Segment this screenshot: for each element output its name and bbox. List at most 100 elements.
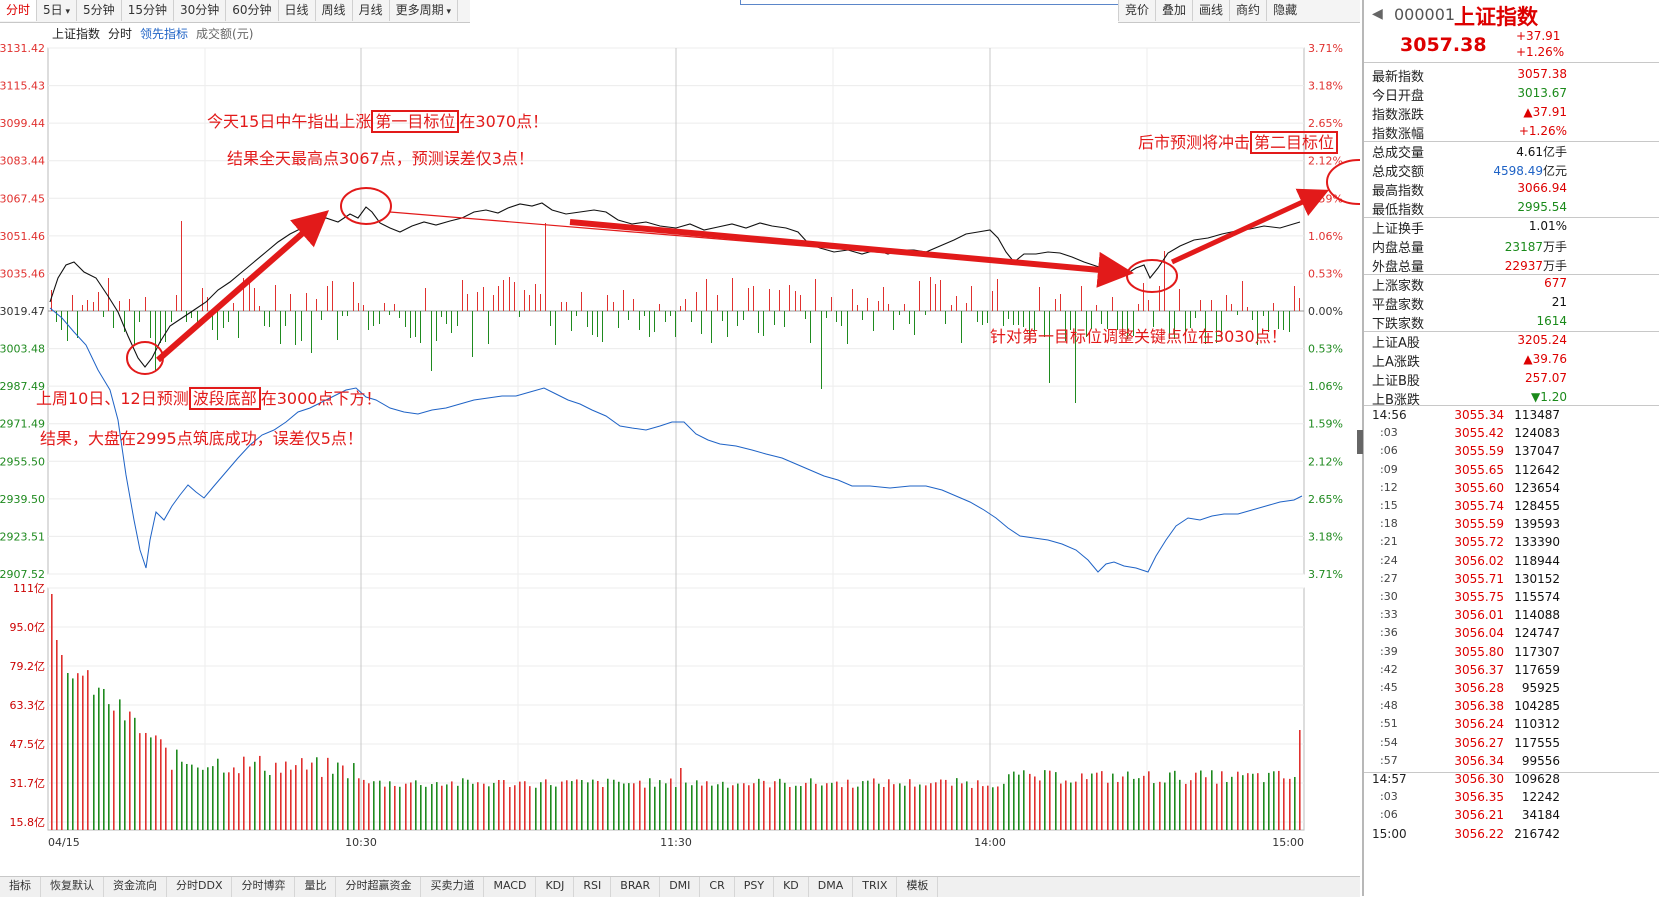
- tick-row[interactable]: :42 3056.37 117659: [1364, 663, 1659, 681]
- chart-tool-button[interactable]: 竞价: [1118, 0, 1155, 21]
- indicator-tab[interactable]: CR: [700, 877, 735, 897]
- updown-bar: [685, 299, 686, 311]
- tick-row[interactable]: 14:56 3055.34 113487: [1364, 408, 1659, 426]
- tick-row[interactable]: :09 3055.65 112642: [1364, 463, 1659, 481]
- pct-axis-label: 1.59%: [1308, 418, 1343, 431]
- prev-arrow-icon[interactable]: ◀: [1372, 6, 1383, 22]
- tick-row[interactable]: :36 3056.04 124747: [1364, 626, 1659, 644]
- period-tab[interactable]: 月线: [353, 0, 390, 21]
- tick-row[interactable]: :57 3056.34 99556: [1364, 754, 1659, 772]
- tick-row[interactable]: 14:57 3056.30 109628: [1364, 772, 1659, 790]
- stat-unit: 万手: [1542, 240, 1567, 254]
- stat-label: 指数涨跌: [1372, 108, 1425, 123]
- volume-bar: [181, 761, 183, 830]
- tick-row[interactable]: :06 3056.21 34184: [1364, 808, 1659, 826]
- volume-bar: [51, 594, 53, 830]
- period-tab[interactable]: 周线: [316, 0, 353, 21]
- tick-row[interactable]: :30 3055.75 115574: [1364, 590, 1659, 608]
- tick-row[interactable]: :27 3055.71 130152: [1364, 572, 1659, 590]
- tick-row[interactable]: :03 3056.35 12242: [1364, 790, 1659, 808]
- volume-bar: [561, 781, 563, 830]
- chart-tool-button[interactable]: 商约: [1229, 0, 1266, 21]
- search-box[interactable]: [740, 0, 1120, 5]
- volume-bar: [503, 780, 505, 830]
- updown-bar: [587, 311, 588, 327]
- period-tab[interactable]: 60分钟: [226, 0, 279, 21]
- tick-time: :12: [1380, 480, 1398, 494]
- indicator-tab[interactable]: DMI: [660, 877, 701, 897]
- stat-label: 下跌家数: [1372, 317, 1425, 332]
- period-tab[interactable]: 30分钟: [174, 0, 227, 21]
- indicator-tab[interactable]: PSY: [735, 877, 775, 897]
- indicator-tab[interactable]: 资金流向: [104, 877, 167, 897]
- indicator-tab[interactable]: 分时博弈: [232, 877, 296, 897]
- tick-row[interactable]: :33 3056.01 114088: [1364, 608, 1659, 626]
- volume-bar: [332, 773, 334, 830]
- chart-tool-button[interactable]: 隐藏: [1266, 0, 1303, 21]
- indicator-tab[interactable]: 买卖力道: [421, 877, 485, 897]
- stat-value: 257.07: [1437, 371, 1567, 385]
- annotation-bottom-result: 结果，大盘在2995点筑底成功，误差仅5点！: [40, 429, 363, 448]
- period-tab[interactable]: 5分钟: [77, 0, 122, 21]
- chart-tool-button[interactable]: 画线: [1192, 0, 1229, 21]
- period-tab[interactable]: 日线: [279, 0, 316, 21]
- indicator-tab[interactable]: 模板: [897, 877, 939, 897]
- volume-bar: [1268, 772, 1270, 830]
- tick-row[interactable]: :15 3055.74 128455: [1364, 499, 1659, 517]
- period-tab[interactable]: 15分钟: [122, 0, 174, 21]
- legend-lead-indicator[interactable]: 领先指标: [140, 25, 188, 41]
- tick-row[interactable]: 15:00 3056.22 216742: [1364, 827, 1659, 845]
- tick-row[interactable]: :48 3056.38 104285: [1364, 699, 1659, 717]
- updown-bar: [1039, 287, 1040, 311]
- tick-row[interactable]: :51 3056.24 110312: [1364, 717, 1659, 735]
- tick-row[interactable]: :39 3055.80 117307: [1364, 645, 1659, 663]
- tick-row[interactable]: :12 3055.60 123654: [1364, 481, 1659, 499]
- updown-bar: [555, 311, 556, 345]
- annotation-text: 上周10日、12日预测: [36, 389, 189, 408]
- tick-row[interactable]: :54 3056.27 117555: [1364, 736, 1659, 754]
- tick-volume: 110312: [1514, 717, 1560, 732]
- volume-bar: [587, 782, 589, 830]
- updown-bar: [1263, 311, 1264, 316]
- indicator-tab[interactable]: KDJ: [536, 877, 575, 897]
- indicator-tab[interactable]: 量比: [295, 877, 337, 897]
- volume-axis-label: 31.7亿: [10, 777, 46, 790]
- volume-axis-label: 63.3亿: [10, 699, 46, 712]
- tick-row[interactable]: :24 3056.02 118944: [1364, 554, 1659, 572]
- indicator-tab[interactable]: KD: [774, 877, 809, 897]
- legend-mode[interactable]: 分时: [108, 25, 132, 41]
- updown-bar: [982, 311, 983, 325]
- updown-bar: [181, 221, 182, 311]
- pct-axis-label: 1.06%: [1308, 380, 1343, 393]
- period-tab[interactable]: 更多周期 ▾: [390, 0, 458, 21]
- updown-bar: [145, 297, 146, 311]
- indicator-tab[interactable]: BRAR: [611, 877, 661, 897]
- indicator-tab[interactable]: 分时DDX: [167, 877, 233, 897]
- updown-bar: [290, 294, 291, 311]
- updown-bar: [535, 284, 536, 311]
- tick-time: :57: [1380, 753, 1398, 767]
- tick-row[interactable]: :18 3055.59 139593: [1364, 517, 1659, 535]
- indicator-tab[interactable]: TRIX: [853, 877, 898, 897]
- tick-row[interactable]: :45 3056.28 95925: [1364, 681, 1659, 699]
- period-tab[interactable]: 分时: [0, 0, 38, 21]
- annotation-boxed-text: 波段底部: [188, 387, 261, 410]
- volume-bar: [966, 781, 968, 830]
- chart-tool-button[interactable]: 叠加: [1155, 0, 1192, 21]
- indicator-tab[interactable]: RSI: [574, 877, 612, 897]
- indicator-tab[interactable]: 分时超赢资金: [336, 877, 422, 897]
- indicator-tab[interactable]: 指标: [0, 877, 41, 897]
- tick-row[interactable]: :21 3055.72 133390: [1364, 535, 1659, 553]
- indicator-tab[interactable]: 恢复默认: [41, 877, 104, 897]
- tick-row[interactable]: :03 3055.42 124083: [1364, 426, 1659, 444]
- tick-row[interactable]: :06 3055.59 137047: [1364, 444, 1659, 462]
- price-axis-label: 2923.51: [0, 530, 45, 543]
- volume-bar: [1195, 772, 1197, 830]
- indicator-tab[interactable]: DMA: [809, 877, 854, 897]
- period-tab[interactable]: 5日 ▾: [37, 0, 78, 21]
- volume-bar: [451, 781, 453, 830]
- panel-collapse-handle[interactable]: [1357, 430, 1363, 454]
- volume-bar: [878, 783, 880, 830]
- indicator-tab[interactable]: MACD: [484, 877, 537, 897]
- pct-axis-label: 3.71%: [1308, 42, 1343, 55]
